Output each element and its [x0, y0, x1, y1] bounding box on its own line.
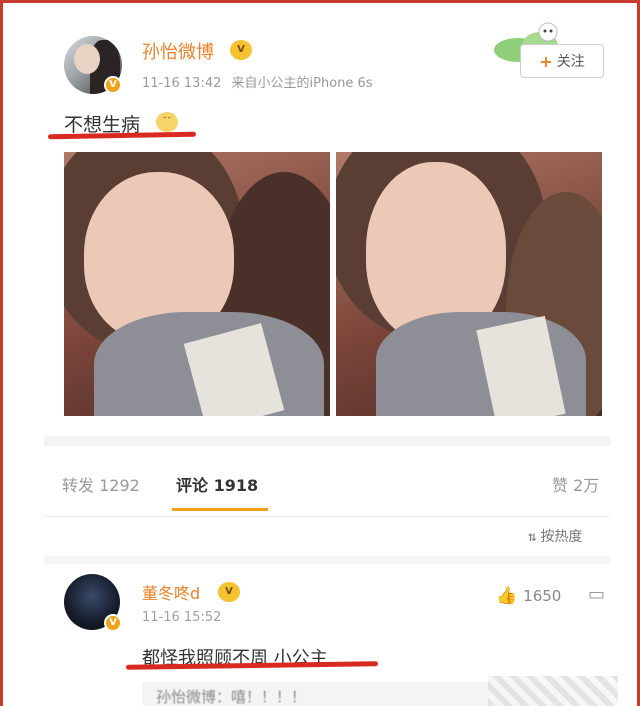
section-divider: [44, 436, 610, 446]
sort-icon: ⇅: [528, 529, 537, 545]
active-tab-indicator: [172, 508, 268, 511]
post-source: 来自小公主的iPhone 6s: [231, 76, 373, 91]
vip-crown-icon: V: [230, 40, 252, 60]
divider-line: [44, 516, 610, 517]
verified-badge-icon: V: [104, 614, 122, 632]
plus-icon: +: [539, 51, 553, 71]
post-timestamp: 11-16 13:42: [142, 76, 222, 91]
thumbs-up-icon: 👍: [496, 586, 518, 606]
like-button[interactable]: 👍 1650: [496, 586, 561, 606]
avatar-face: [74, 44, 100, 74]
sick-face-emoji-icon: ˘˘: [156, 112, 178, 132]
tab-likes[interactable]: 赞 2万: [552, 472, 599, 496]
sort-label: 按热度: [540, 529, 583, 545]
commenter-username[interactable]: 董冬咚d: [142, 580, 200, 604]
comments-divider: [44, 556, 610, 564]
tab-repost[interactable]: 转发 1292: [62, 472, 140, 496]
post-photo-1[interactable]: [64, 152, 330, 416]
vip-crown-icon: V: [218, 582, 240, 602]
poster-username[interactable]: 孙怡微博: [142, 38, 214, 64]
watermark: [488, 676, 618, 706]
post-photo-2[interactable]: [336, 152, 602, 416]
like-count: 1650: [523, 587, 562, 605]
follow-label: 关注: [556, 54, 585, 70]
reply-text: 孙怡微博：嘻！！！！: [156, 688, 307, 706]
post-meta: 11-16 13:42 来自小公主的iPhone 6s: [142, 72, 373, 91]
sort-button[interactable]: ⇅ 按热度: [528, 526, 582, 546]
follow-button[interactable]: + 关注: [520, 44, 604, 78]
tab-comments[interactable]: 评论 1918: [176, 472, 258, 496]
comment-options-icon[interactable]: ▭: [588, 584, 605, 605]
verified-badge-icon: V: [104, 76, 122, 94]
comment-timestamp: 11-16 15:52: [142, 610, 222, 625]
